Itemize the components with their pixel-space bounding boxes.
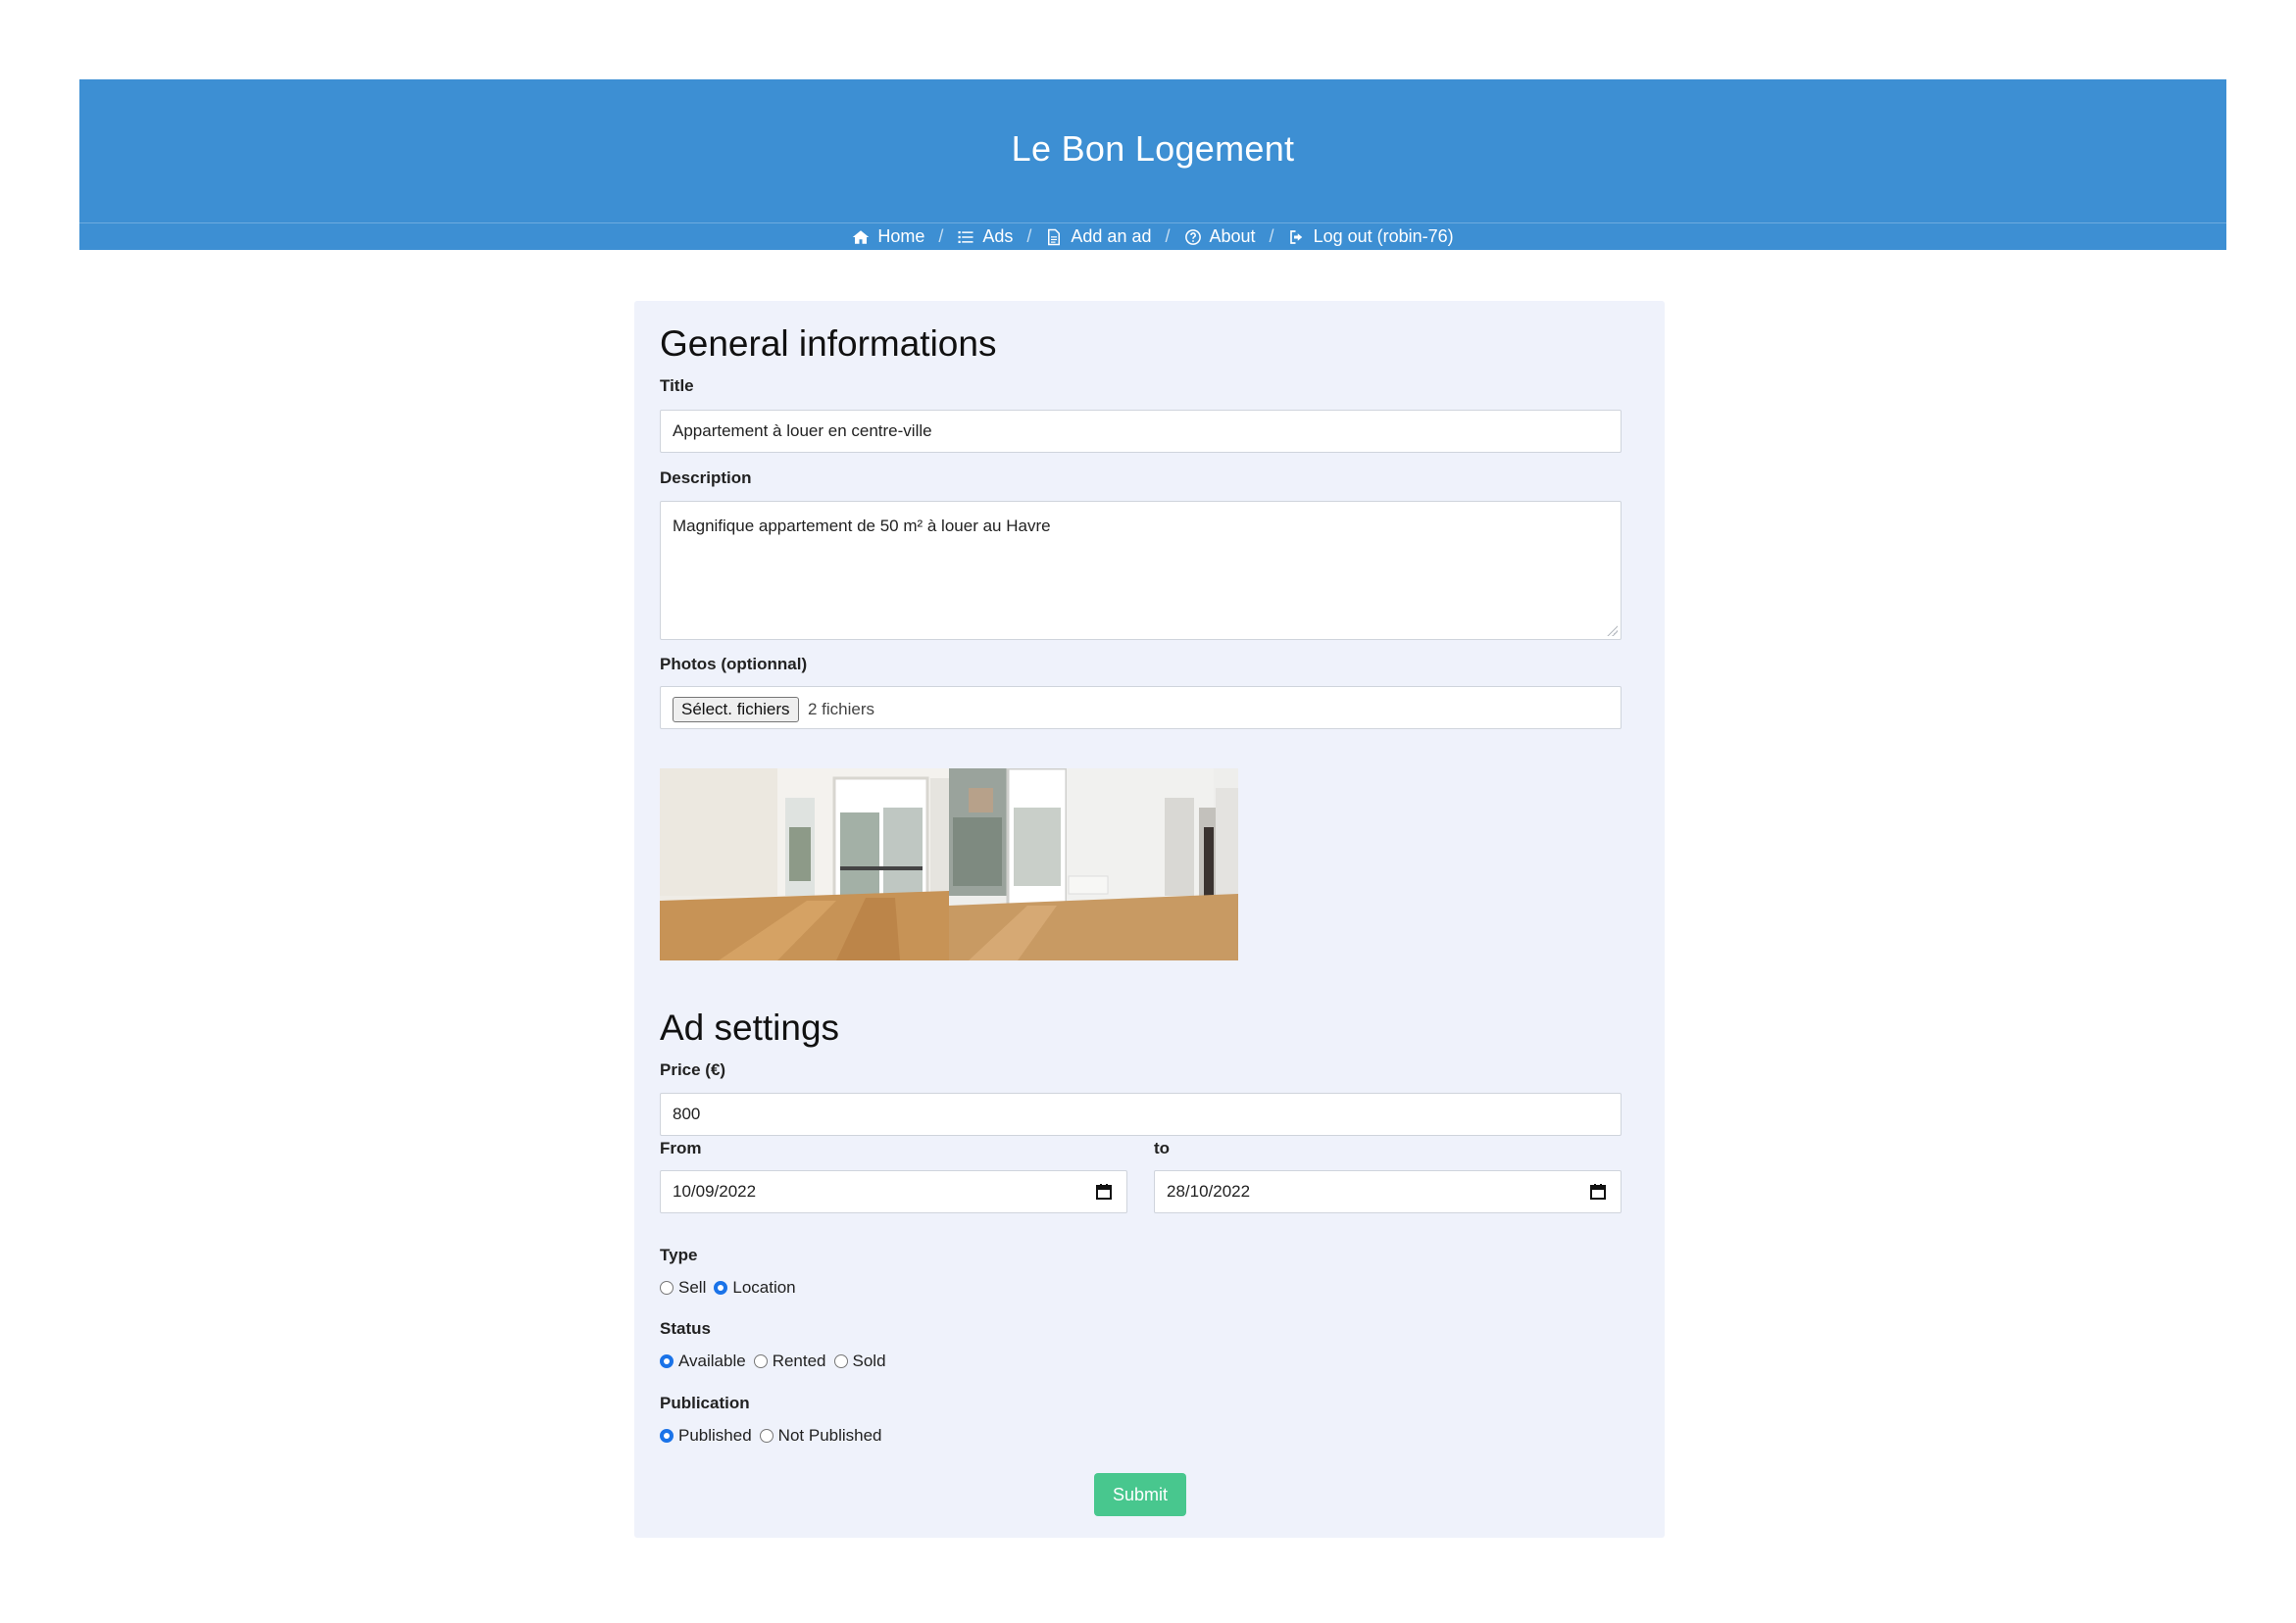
nav-home-label: Home	[877, 226, 925, 246]
site-title: Le Bon Logement	[1011, 128, 1295, 169]
ad-form: General informations Title Appartement à…	[634, 301, 1665, 1538]
photos-label: Photos (optionnal)	[660, 655, 808, 673]
resize-grip-icon[interactable]	[1606, 624, 1618, 636]
nav-separator: /	[1026, 226, 1032, 246]
description-textarea[interactable]: Magnifique appartement de 50 m² à louer …	[660, 501, 1622, 640]
title-input-value: Appartement à louer en centre-ville	[673, 421, 932, 440]
title-input[interactable]: Appartement à louer en centre-ville	[660, 410, 1622, 453]
status-available-radio[interactable]	[660, 1354, 674, 1368]
nav-separator: /	[1165, 226, 1171, 246]
nav-logout[interactable]: Log out (robin-76)	[1288, 226, 1454, 247]
nav-about-label: About	[1209, 226, 1256, 246]
apartment-photo-1-image	[660, 768, 949, 960]
from-date-input[interactable]: 10/09/2022	[660, 1170, 1127, 1213]
apartment-photo-2-image	[949, 768, 1238, 960]
type-location-label[interactable]: Location	[732, 1278, 795, 1298]
photo-thumbnail-1[interactable]	[660, 768, 949, 960]
price-input-value: 800	[673, 1105, 701, 1123]
calendar-icon[interactable]	[1589, 1183, 1607, 1201]
type-label: Type	[660, 1246, 698, 1264]
nav-logout-label: Log out (robin-76)	[1313, 226, 1454, 246]
site-header: Le Bon Logement Home / Ads / Add an ad /…	[79, 79, 2226, 250]
nav-ads[interactable]: Ads	[957, 226, 1013, 247]
status-radio-group: Available Rented Sold	[660, 1352, 894, 1371]
description-label: Description	[660, 468, 752, 487]
photo-thumbnail-2[interactable]	[949, 768, 1238, 960]
nav-about[interactable]: About	[1184, 226, 1256, 247]
nav-separator: /	[1269, 226, 1274, 246]
status-available-label[interactable]: Available	[678, 1352, 746, 1371]
calendar-icon[interactable]	[1095, 1183, 1113, 1201]
nav-home[interactable]: Home	[852, 226, 924, 247]
to-date-value: 28/10/2022	[1167, 1182, 1251, 1201]
type-sell-radio[interactable]	[660, 1281, 674, 1295]
general-info-heading: General informations	[660, 323, 997, 364]
status-rented-label[interactable]: Rented	[773, 1352, 826, 1371]
publication-label: Publication	[660, 1394, 750, 1412]
from-date-value: 10/09/2022	[673, 1182, 757, 1201]
title-label: Title	[660, 376, 694, 395]
select-files-button[interactable]: Sélect. fichiers	[673, 697, 799, 722]
question-circle-icon	[1184, 228, 1201, 245]
publication-not-published-radio[interactable]	[759, 1429, 774, 1443]
status-rented-radio[interactable]	[753, 1354, 768, 1368]
nav-add-ad[interactable]: Add an ad	[1045, 226, 1151, 247]
nav-ads-label: Ads	[982, 226, 1014, 246]
file-icon	[1048, 228, 1061, 245]
publication-radio-group: Published Not Published	[660, 1426, 890, 1446]
to-date-input[interactable]: 28/10/2022	[1154, 1170, 1622, 1213]
type-sell-label[interactable]: Sell	[678, 1278, 706, 1298]
type-radio-group: Sell Location	[660, 1278, 804, 1298]
status-label: Status	[660, 1319, 711, 1338]
type-location-radio[interactable]	[714, 1281, 728, 1295]
status-sold-radio[interactable]	[833, 1354, 848, 1368]
nav-separator: /	[938, 226, 944, 246]
price-label: Price (€)	[660, 1060, 726, 1079]
from-date-label: From	[660, 1139, 702, 1157]
status-sold-label[interactable]: Sold	[853, 1352, 886, 1371]
publication-published-label[interactable]: Published	[678, 1426, 752, 1446]
home-icon	[853, 229, 870, 244]
description-textarea-value: Magnifique appartement de 50 m² à louer …	[673, 516, 1051, 535]
publication-published-radio[interactable]	[660, 1429, 674, 1443]
photos-file-input[interactable]: Sélect. fichiers 2 fichiers	[660, 686, 1622, 729]
sign-out-icon	[1289, 229, 1302, 244]
ad-settings-heading: Ad settings	[660, 1008, 840, 1048]
main-nav: Home / Ads / Add an ad / About / Log out…	[79, 222, 2226, 250]
price-input[interactable]: 800	[660, 1093, 1622, 1136]
publication-not-published-label[interactable]: Not Published	[778, 1426, 882, 1446]
list-icon	[958, 230, 973, 243]
nav-add-ad-label: Add an ad	[1071, 226, 1152, 246]
to-date-label: to	[1154, 1139, 1171, 1157]
submit-button[interactable]: Submit	[1094, 1473, 1186, 1516]
file-status: 2 fichiers	[808, 700, 875, 718]
